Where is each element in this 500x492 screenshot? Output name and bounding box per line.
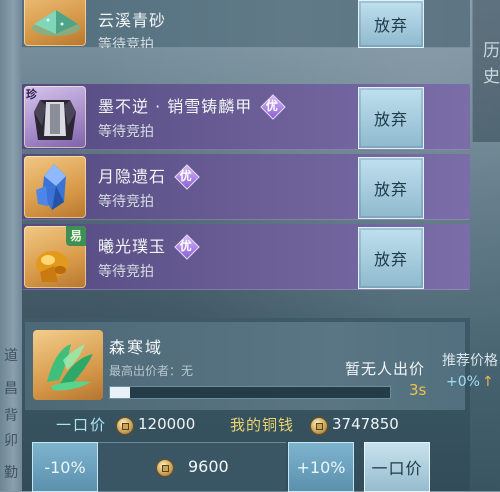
row-divider [22, 289, 470, 290]
blue-crystal-icon [36, 164, 66, 210]
reference-price-label: 推荐价格 [442, 353, 498, 369]
item-icon-frame [24, 156, 86, 218]
buyout-label: 一口价 [56, 416, 108, 434]
selected-item-name: 森寒域 [109, 338, 164, 357]
no-bid-text: 暂无人出价 [345, 360, 426, 378]
reference-change-value: +0% [446, 374, 480, 390]
green-leaf-icon [47, 344, 93, 391]
bid-price-field[interactable]: 9600 [98, 442, 286, 492]
item-name-text: 墨不逆 · 销雪铸麟甲 [98, 97, 253, 116]
item-name: 曦光璞玉 优 [98, 233, 200, 260]
give-up-button[interactable]: 放弃 [358, 0, 424, 48]
premium-badge-icon: 优 [174, 233, 200, 260]
premium-badge-icon: 优 [174, 163, 200, 190]
copper-coin-icon [116, 417, 134, 435]
item-status: 等待竞拍 [98, 124, 154, 140]
item-name-text: 云溪青砂 [98, 11, 167, 30]
history-label: 史 [483, 67, 500, 87]
give-up-button[interactable]: 放弃 [358, 157, 424, 219]
countdown-progress-bar [109, 386, 391, 399]
decrease-10-percent-button[interactable]: -10% [32, 442, 98, 492]
item-status: 等待竞拍 [98, 264, 154, 280]
side-glyph: 道 [4, 348, 18, 364]
give-up-button[interactable]: 放弃 [358, 227, 424, 289]
row-divider [22, 47, 470, 48]
auction-item-row[interactable]: 月隐遗石 优 等待竞拍 放弃 [22, 154, 470, 220]
item-status: 等待竞拍 [98, 37, 154, 48]
bid-price-value: 9600 [188, 457, 229, 476]
item-name: 墨不逆 · 销雪铸麟甲 优 [98, 93, 287, 120]
copper-coin-icon [310, 417, 328, 435]
increase-10-percent-button[interactable]: +10% [288, 442, 354, 492]
side-glyph: 背 [4, 408, 18, 424]
left-side-strip: 道 昌 背 卯 勤 [0, 0, 22, 491]
row-divider [22, 219, 470, 220]
top-bidder-text: 最高出价者：无 [109, 364, 194, 378]
my-money-value: 3747850 [332, 415, 399, 433]
item-icon-frame [24, 0, 86, 46]
item-name: 云溪青砂 [98, 7, 166, 31]
buyout-button[interactable]: 一口价 [364, 442, 430, 492]
item-status: 等待竞拍 [98, 194, 154, 210]
green-crystal-icon [32, 10, 80, 36]
reference-price-change: +0% ↑ [446, 374, 494, 390]
give-up-button[interactable]: 放弃 [358, 87, 424, 149]
selected-item-icon [33, 330, 103, 400]
bid-panel: 森寒域 最高出价者：无 暂无人出价 3s 一口价 120000 我的铜钱 374… [22, 318, 470, 492]
item-name: 月隐遗石 优 [98, 163, 200, 190]
rare-tag: 珍 [26, 88, 37, 101]
arrow-up-icon: ↑ [481, 374, 494, 390]
selected-item-card: 森寒域 最高出价者：无 暂无人出价 3s [25, 322, 465, 410]
auction-item-row[interactable]: 易 曦光璞玉 优 等待竞拍 放弃 [22, 224, 470, 290]
history-label: 历 [483, 41, 500, 61]
side-glyph: 勤 [4, 465, 18, 481]
my-money-label: 我的铜钱 [230, 416, 295, 434]
item-icon-frame: 易 [24, 226, 86, 288]
item-icon-frame: 珍 [24, 86, 86, 148]
countdown-progress-fill [110, 387, 130, 398]
side-glyph: 卯 [4, 433, 18, 449]
row-divider [22, 149, 470, 150]
countdown-timer: 3s [409, 381, 427, 399]
copper-coin-icon [156, 459, 174, 477]
buyout-value: 120000 [138, 415, 196, 433]
item-name-text: 月隐遗石 [98, 167, 167, 186]
price-info-row: 一口价 120000 我的铜钱 3747850 [22, 410, 470, 440]
auction-item-row[interactable]: 云溪青砂 等待竞拍 放弃 [22, 0, 470, 48]
premium-badge-icon: 优 [260, 93, 287, 120]
auction-item-row[interactable]: 珍 墨不逆 · 销雪铸麟甲 优 等待竞拍 放弃 [22, 84, 470, 150]
tradeable-tag: 易 [66, 226, 86, 246]
side-glyph: 昌 [4, 381, 18, 397]
history-panel[interactable]: 历 史 [472, 0, 500, 142]
bid-controls: -10% 9600 +10% 一口价 [22, 441, 470, 492]
item-name-text: 曦光璞玉 [98, 237, 167, 256]
